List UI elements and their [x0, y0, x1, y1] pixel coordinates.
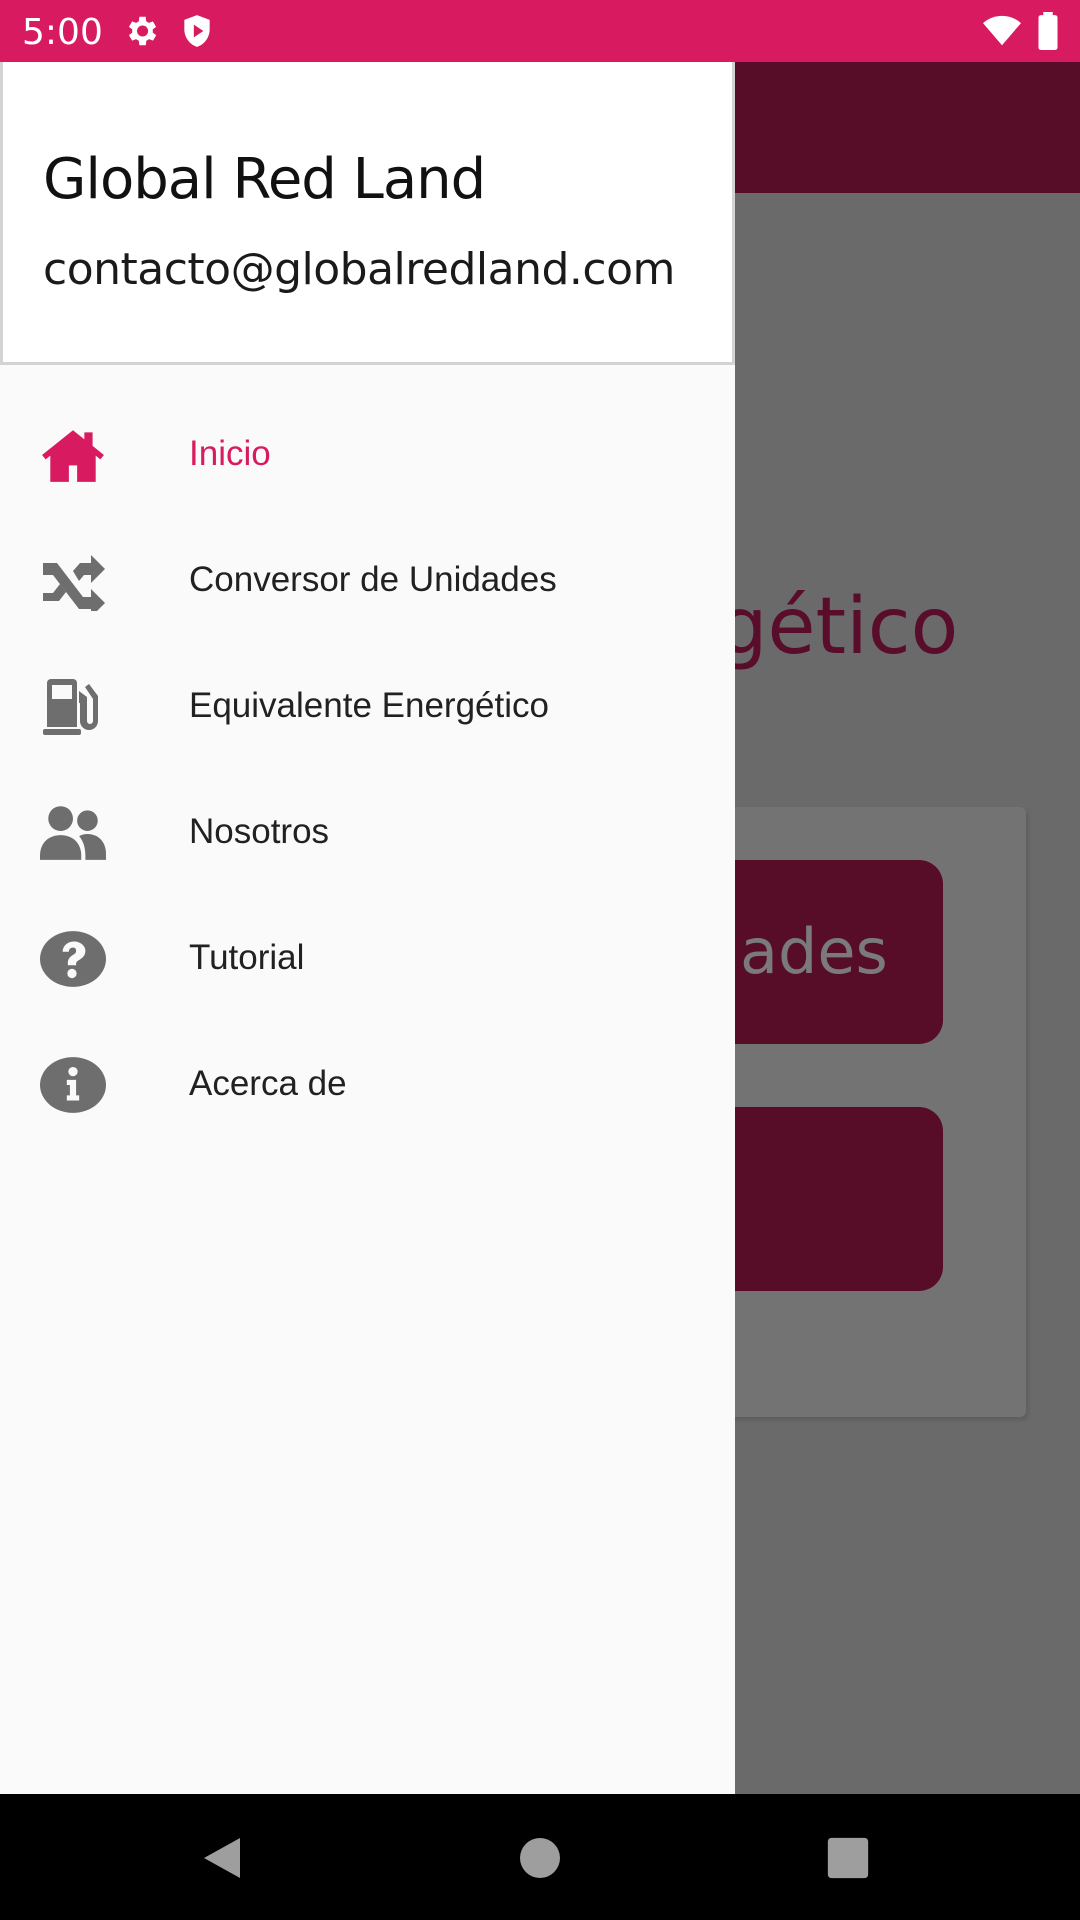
- app-button-units-label: ades: [740, 915, 888, 988]
- back-icon[interactable]: [200, 1834, 248, 1882]
- info-circle-icon: [40, 1055, 106, 1115]
- system-nav-bar: [0, 1794, 1080, 1920]
- recents-icon[interactable]: [826, 1836, 870, 1880]
- drawer-email: contacto@globalredland.com: [43, 244, 675, 295]
- menu-label-nosotros: Nosotros: [189, 812, 330, 851]
- home-circle-icon[interactable]: [516, 1834, 564, 1882]
- users-icon: [40, 803, 106, 863]
- menu-item-conversor[interactable]: Conversor de Unidades: [0, 516, 735, 642]
- drawer-title: Global Red Land: [43, 147, 486, 212]
- menu-item-equivalente[interactable]: Equivalente Energético: [0, 642, 735, 768]
- menu-label-conversor: Conversor de Unidades: [189, 560, 557, 599]
- menu-item-acerca[interactable]: Acerca de: [0, 1020, 735, 1146]
- menu-item-inicio[interactable]: Inicio: [0, 390, 735, 516]
- menu-item-nosotros[interactable]: Nosotros: [0, 768, 735, 894]
- wifi-icon: [982, 12, 1022, 50]
- gas-pump-icon: [40, 677, 106, 737]
- shuffle-icon: [40, 551, 106, 611]
- status-bar: 5:00: [0, 0, 1080, 62]
- navigation-drawer: Global Red Land contacto@globalredland.c…: [0, 62, 735, 1794]
- question-circle-icon: [40, 929, 106, 989]
- menu-label-equivalente: Equivalente Energético: [189, 686, 549, 725]
- menu-label-inicio: Inicio: [189, 434, 271, 473]
- menu-label-acerca: Acerca de: [189, 1064, 347, 1103]
- battery-icon: [1036, 12, 1060, 50]
- menu-item-tutorial[interactable]: Tutorial: [0, 894, 735, 1020]
- shield-play-icon: [178, 12, 216, 50]
- app-title-fragment: gético: [718, 582, 959, 672]
- drawer-header: Global Red Land contacto@globalredland.c…: [0, 62, 735, 365]
- drawer-menu: Inicio Conversor de Unidades Equivalente…: [0, 390, 735, 1146]
- gear-icon: [122, 12, 160, 50]
- menu-label-tutorial: Tutorial: [189, 938, 305, 977]
- home-icon: [40, 425, 106, 485]
- status-time: 5:00: [22, 12, 103, 53]
